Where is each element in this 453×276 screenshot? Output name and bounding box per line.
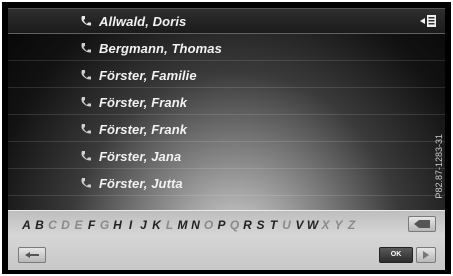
contact-row[interactable]: Förster, Jutta	[8, 171, 445, 196]
letter-key-u[interactable]: U	[280, 218, 293, 232]
letter-key-f[interactable]: F	[85, 218, 98, 232]
contact-list: Allwald, Doris Bergmann, Thomas Förster,…	[8, 8, 445, 198]
contact-name: Förster, Frank	[99, 94, 188, 110]
letter-key-d[interactable]: D	[59, 218, 72, 232]
letter-key-g[interactable]: G	[98, 218, 111, 232]
letter-key-w[interactable]: W	[306, 218, 319, 232]
list-options-icon[interactable]	[419, 14, 437, 28]
letter-key-z[interactable]: Z	[345, 218, 358, 232]
contact-row[interactable]: Bergmann, Thomas	[8, 36, 445, 61]
letter-key-b[interactable]: B	[33, 218, 46, 232]
contact-row[interactable]: Förster, Frank	[8, 117, 445, 142]
contact-name: Förster, Jana	[99, 148, 182, 164]
contact-name: Förster, Frank	[99, 121, 188, 137]
contact-name: Förster, Familie	[99, 67, 197, 83]
letter-key-t[interactable]: T	[267, 218, 280, 232]
phone-icon	[80, 96, 92, 108]
contact-name: Allwald, Doris	[99, 13, 187, 29]
ok-button[interactable]: OK	[379, 247, 413, 263]
letter-key-n[interactable]: N	[189, 218, 202, 232]
phone-icon	[80, 42, 92, 54]
backspace-button[interactable]	[408, 216, 436, 232]
letter-key-i[interactable]: I	[124, 218, 137, 232]
back-button[interactable]	[18, 247, 46, 263]
letter-key-s[interactable]: S	[254, 218, 267, 232]
letter-key-r[interactable]: R	[241, 218, 254, 232]
letter-key-q[interactable]: Q	[228, 218, 241, 232]
contact-row[interactable]: Förster, Frank	[8, 90, 445, 115]
letter-key-o[interactable]: O	[202, 218, 215, 232]
letter-key-k[interactable]: K	[150, 218, 163, 232]
display-frame: Allwald, Doris Bergmann, Thomas Förster,…	[2, 2, 451, 274]
phone-icon	[80, 69, 92, 81]
contact-row[interactable]: Förster, Jana	[8, 144, 445, 169]
contact-row[interactable]: Förster, Familie	[8, 63, 445, 88]
character-bar: ABCDEFGHIJKLMNOPQRSTUVWXYZ OK	[8, 210, 445, 270]
letter-key-a[interactable]: A	[20, 218, 33, 232]
letter-key-y[interactable]: Y	[332, 218, 345, 232]
contact-name: Bergmann, Thomas	[99, 40, 222, 56]
navigation-screen: Allwald, Doris Bergmann, Thomas Förster,…	[8, 8, 445, 270]
phone-icon	[80, 15, 92, 27]
letter-key-e[interactable]: E	[72, 218, 85, 232]
letter-key-x[interactable]: X	[319, 218, 332, 232]
letter-key-m[interactable]: M	[176, 218, 189, 232]
contact-row[interactable]: Allwald, Doris	[8, 8, 445, 34]
alphabet-row: ABCDEFGHIJKLMNOPQRSTUVWXYZ	[20, 217, 358, 233]
phone-icon	[80, 150, 92, 162]
contact-name: Förster, Jutta	[99, 175, 183, 191]
letter-key-h[interactable]: H	[111, 218, 124, 232]
next-button[interactable]	[416, 247, 436, 263]
letter-key-j[interactable]: J	[137, 218, 150, 232]
letter-key-l[interactable]: L	[163, 218, 176, 232]
letter-key-p[interactable]: P	[215, 218, 228, 232]
phone-icon	[80, 177, 92, 189]
letter-key-v[interactable]: V	[293, 218, 306, 232]
letter-key-c[interactable]: C	[46, 218, 59, 232]
phone-icon	[80, 123, 92, 135]
